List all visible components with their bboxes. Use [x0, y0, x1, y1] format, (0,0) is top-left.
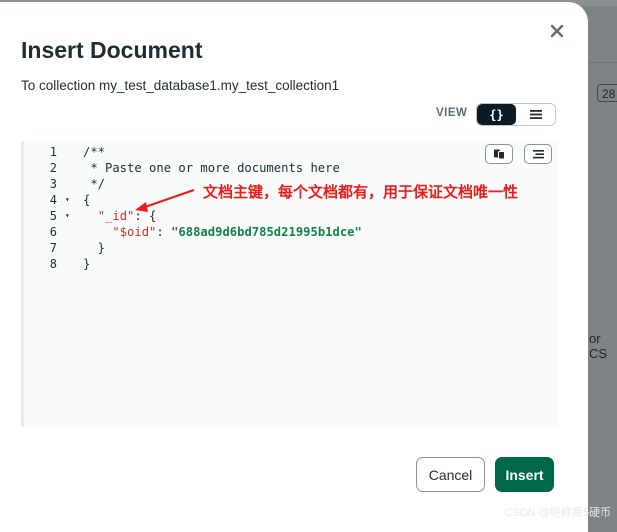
- view-toggle: {}: [476, 103, 556, 126]
- annotation-arrow-icon: [135, 189, 195, 212]
- line-gutter: 1 2 3 4 ▾ 5 ▾ 6 7 8: [24, 144, 70, 272]
- code-line: "$oid": "688ad9d6bd785d21995b1dce": [83, 224, 362, 240]
- list-icon: [529, 110, 542, 119]
- code-line: }: [83, 241, 106, 255]
- code-line: }: [83, 257, 91, 271]
- line-number: 1: [49, 145, 57, 159]
- line-number: 5 ▾: [49, 208, 70, 224]
- annotation-text: 文档主键，每个文档都有，用于保证文档唯一性: [203, 183, 519, 201]
- background-header: [588, 22, 617, 63]
- copy-icon: [493, 149, 505, 160]
- oid-value: "688ad9d6bd785d21995b1dce": [171, 225, 362, 239]
- oid-key: "$oid": [112, 225, 157, 239]
- modal-title: Insert Document: [21, 37, 203, 63]
- json-view-button[interactable]: {}: [477, 104, 516, 125]
- line-number: 3: [49, 177, 57, 191]
- background-text: or CS: [589, 331, 608, 361]
- list-view-button[interactable]: [516, 104, 555, 125]
- code-line: "_id": {: [83, 208, 362, 224]
- close-icon-glyph: [550, 24, 564, 38]
- fold-chevron-icon[interactable]: ▾: [65, 192, 70, 208]
- code-content[interactable]: /** * Paste one or more documents here *…: [83, 144, 362, 272]
- code-punct: :: [156, 225, 172, 239]
- code-line: /**: [83, 145, 106, 159]
- line-number: 6: [49, 225, 57, 239]
- copy-button[interactable]: [485, 144, 513, 164]
- close-icon[interactable]: [547, 22, 567, 42]
- line-number: 7: [49, 241, 57, 255]
- watermark: CSDN @呢称是5硬币: [504, 507, 611, 519]
- insert-button[interactable]: Insert: [495, 457, 554, 492]
- line-number: 2: [49, 161, 57, 175]
- code-line: * Paste one or more documents here: [83, 161, 340, 175]
- format-button[interactable]: [524, 144, 552, 164]
- collection-subtitle: To collection my_test_database1.my_test_…: [21, 78, 340, 93]
- cancel-button[interactable]: Cancel: [416, 457, 485, 492]
- json-view-label: {}: [489, 107, 504, 122]
- format-icon: [532, 149, 544, 158]
- id-key: "_id": [97, 209, 135, 223]
- line-number: 8: [49, 257, 57, 271]
- fold-chevron-icon[interactable]: ▾: [65, 208, 70, 224]
- view-label: VIEW: [436, 107, 468, 119]
- background-count-pill: 28: [597, 84, 617, 102]
- line-number: 4 ▾: [49, 192, 70, 208]
